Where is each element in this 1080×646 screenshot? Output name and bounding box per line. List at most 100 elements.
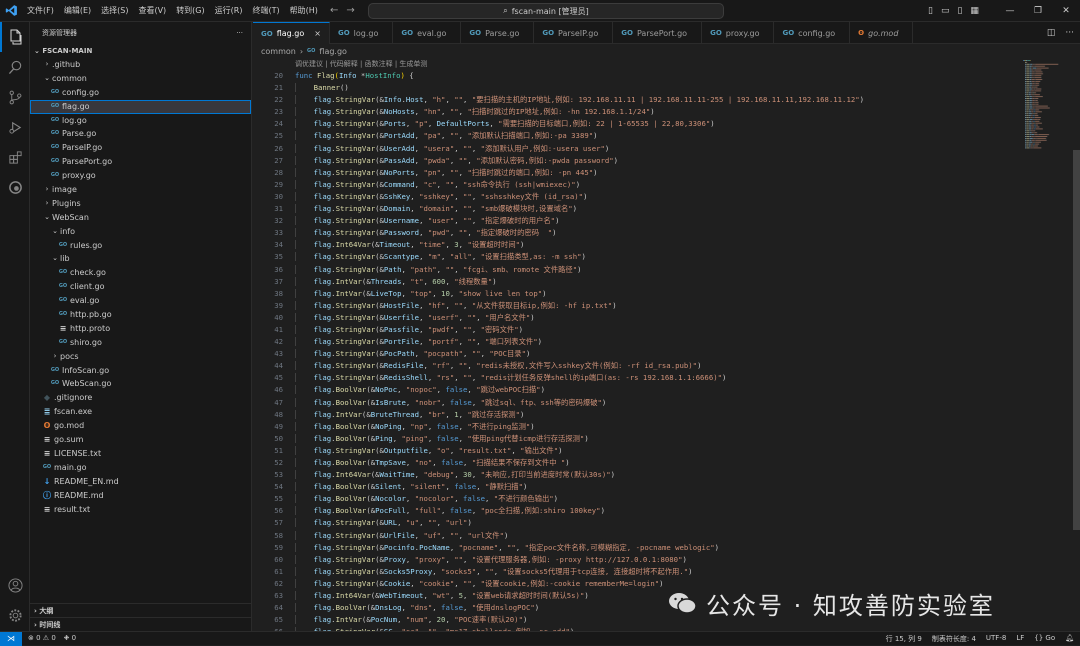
search-view-icon[interactable] <box>0 52 30 82</box>
editor-tab[interactable]: GOconfig.go <box>774 22 850 44</box>
editor-tab[interactable]: GOParseIP.go <box>534 22 613 44</box>
tree-file[interactable]: GOconfig.go <box>30 86 251 100</box>
tree-file[interactable]: ≡http.proto <box>30 322 251 336</box>
tree-file[interactable]: ◆.gitignore <box>30 391 251 405</box>
command-center[interactable]: ⌕ fscan-main [管理员] <box>368 3 724 19</box>
code-token: , <box>445 615 454 624</box>
ports-indicator[interactable]: ⛖ 0 <box>64 634 76 643</box>
tree-file[interactable]: ≡go.sum <box>30 433 251 447</box>
tree-file[interactable]: GOInfoScan.go <box>30 364 251 378</box>
back-arrow-icon[interactable]: ← <box>330 3 338 19</box>
notifications-bell-icon[interactable]: 🔔︎ <box>1065 634 1074 644</box>
code-token: flag <box>314 470 332 479</box>
menu-item[interactable]: 文件(F) <box>22 0 59 22</box>
tree-folder[interactable]: ⌄lib <box>30 252 251 266</box>
tree-file[interactable]: ↓README_EN.md <box>30 475 251 489</box>
tree-file[interactable]: GOclient.go <box>30 280 251 294</box>
restore-icon[interactable]: ❐ <box>1024 0 1052 22</box>
editor-tab[interactable]: ʘgo.mod <box>850 22 913 44</box>
more-actions-icon[interactable]: ··· <box>1065 28 1074 38</box>
editor-tab[interactable]: GOlog.go <box>330 22 393 44</box>
tree-folder[interactable]: ⌄WebScan <box>30 211 251 225</box>
timeline-section[interactable]: › 时间线 <box>30 617 252 631</box>
tree-folder[interactable]: ›Plugins <box>30 197 251 211</box>
tree-file[interactable]: GOWebScan.go <box>30 377 251 391</box>
breadcrumb-item[interactable]: flag.go <box>319 47 347 56</box>
menu-item[interactable]: 终端(T) <box>247 0 284 22</box>
workspace-root[interactable]: ⌄ FSCAN-MAIN <box>30 44 251 58</box>
menu-item[interactable]: 运行(R) <box>210 0 248 22</box>
tree-file[interactable]: GOParse.go <box>30 127 251 141</box>
tree-file[interactable]: ⓘREADME.md <box>30 489 251 503</box>
encoding[interactable]: UTF-8 <box>986 634 1006 644</box>
editor-tab[interactable]: GOParse.go <box>461 22 534 44</box>
toggle-secondary-sidebar-icon[interactable]: ▯ <box>957 3 962 19</box>
more-actions-icon[interactable]: ··· <box>236 29 243 37</box>
breadcrumb-item[interactable]: common <box>261 47 296 56</box>
tree-file[interactable]: GOeval.go <box>30 294 251 308</box>
close-tab-icon[interactable]: × <box>314 29 321 38</box>
editor-tab[interactable]: GOproxy.go <box>702 22 774 44</box>
menu-item[interactable]: 转到(G) <box>171 0 209 22</box>
tree-file[interactable]: GOproxy.go <box>30 169 251 183</box>
end-of-line[interactable]: LF <box>1016 634 1024 644</box>
settings-gear-icon[interactable] <box>0 600 30 630</box>
close-icon[interactable]: ✕ <box>1052 0 1080 22</box>
code-token: "密码文件" <box>481 325 519 334</box>
tree-folder[interactable]: ›image <box>30 183 251 197</box>
tree-file[interactable]: GOlog.go <box>30 114 251 128</box>
tree-file[interactable]: GOParseIP.go <box>30 141 251 155</box>
edge-devtools-icon[interactable] <box>0 172 30 202</box>
scrollbar-thumb[interactable] <box>1073 150 1080 530</box>
tree-folder[interactable]: ›pocs <box>30 350 251 364</box>
code-token: ) <box>467 518 471 527</box>
explorer-icon[interactable] <box>0 22 30 52</box>
tree-folder[interactable]: ⌄common <box>30 72 251 86</box>
accounts-icon[interactable] <box>0 570 30 600</box>
source-control-icon[interactable] <box>0 82 30 112</box>
editor-tab[interactable]: GOflag.go× <box>253 22 330 44</box>
code-token: ) <box>520 410 524 419</box>
codelens-actions[interactable]: 调优建议 | 代码解释 | 函数注释 | 生成单测 <box>253 58 1023 70</box>
outline-section[interactable]: › 大纲 <box>30 603 252 617</box>
tree-file[interactable]: ʘgo.mod <box>30 419 251 433</box>
tree-file[interactable]: GOflag.go <box>30 100 251 114</box>
tree-file[interactable]: ≣fscan.exe <box>30 405 251 419</box>
problems-indicator[interactable]: ⊗ 0 ⚠ 0 <box>28 634 56 643</box>
toggle-primary-sidebar-icon[interactable]: ▯ <box>928 3 933 19</box>
cursor-position[interactable]: 行 15, 列 9 <box>886 634 922 644</box>
language-mode[interactable]: {} Go <box>1034 634 1055 644</box>
menu-item[interactable]: 帮助(H) <box>285 0 323 22</box>
tree-file[interactable]: GOrules.go <box>30 239 251 253</box>
code-editor[interactable]: 调优建议 | 代码解释 | 函数注释 | 生成单测 20func Flag(In… <box>253 58 1023 631</box>
remote-indicator-icon[interactable]: ⋊ <box>0 632 22 646</box>
tree-folder[interactable]: ›.github <box>30 58 251 72</box>
run-debug-icon[interactable] <box>0 112 30 142</box>
minimap[interactable] <box>1023 58 1073 158</box>
minimap-token <box>1025 128 1026 129</box>
tree-file[interactable]: ≡result.txt <box>30 503 251 517</box>
customize-layout-icon[interactable]: ▦ <box>970 3 979 19</box>
code-token: flag <box>314 313 332 322</box>
editor-tab[interactable]: GOParsePort.go <box>613 22 702 44</box>
tree-file[interactable]: ≡LICENSE.txt <box>30 447 251 461</box>
code-token: , <box>401 603 410 612</box>
code-token: flag <box>314 615 332 624</box>
menu-item[interactable]: 选择(S) <box>96 0 133 22</box>
toggle-panel-icon[interactable]: ▭ <box>941 3 950 19</box>
menu-item[interactable]: 查看(V) <box>133 0 171 22</box>
indentation[interactable]: 制表符长度: 4 <box>932 634 976 644</box>
tree-file[interactable]: GOshiro.go <box>30 336 251 350</box>
editor-tab[interactable]: GOeval.go <box>393 22 461 44</box>
forward-arrow-icon[interactable]: → <box>346 3 354 19</box>
tree-file[interactable]: GOcheck.go <box>30 266 251 280</box>
tree-file[interactable]: GOmain.go <box>30 461 251 475</box>
tree-folder[interactable]: ⌄info <box>30 225 251 239</box>
tree-file[interactable]: GOhttp.pb.go <box>30 308 251 322</box>
extensions-icon[interactable] <box>0 142 30 172</box>
split-editor-icon[interactable]: ◫ <box>1047 28 1056 38</box>
indent-guide <box>295 567 314 576</box>
tree-file[interactable]: GOParsePort.go <box>30 155 251 169</box>
minimize-icon[interactable]: — <box>996 0 1024 22</box>
menu-item[interactable]: 编辑(E) <box>59 0 96 22</box>
